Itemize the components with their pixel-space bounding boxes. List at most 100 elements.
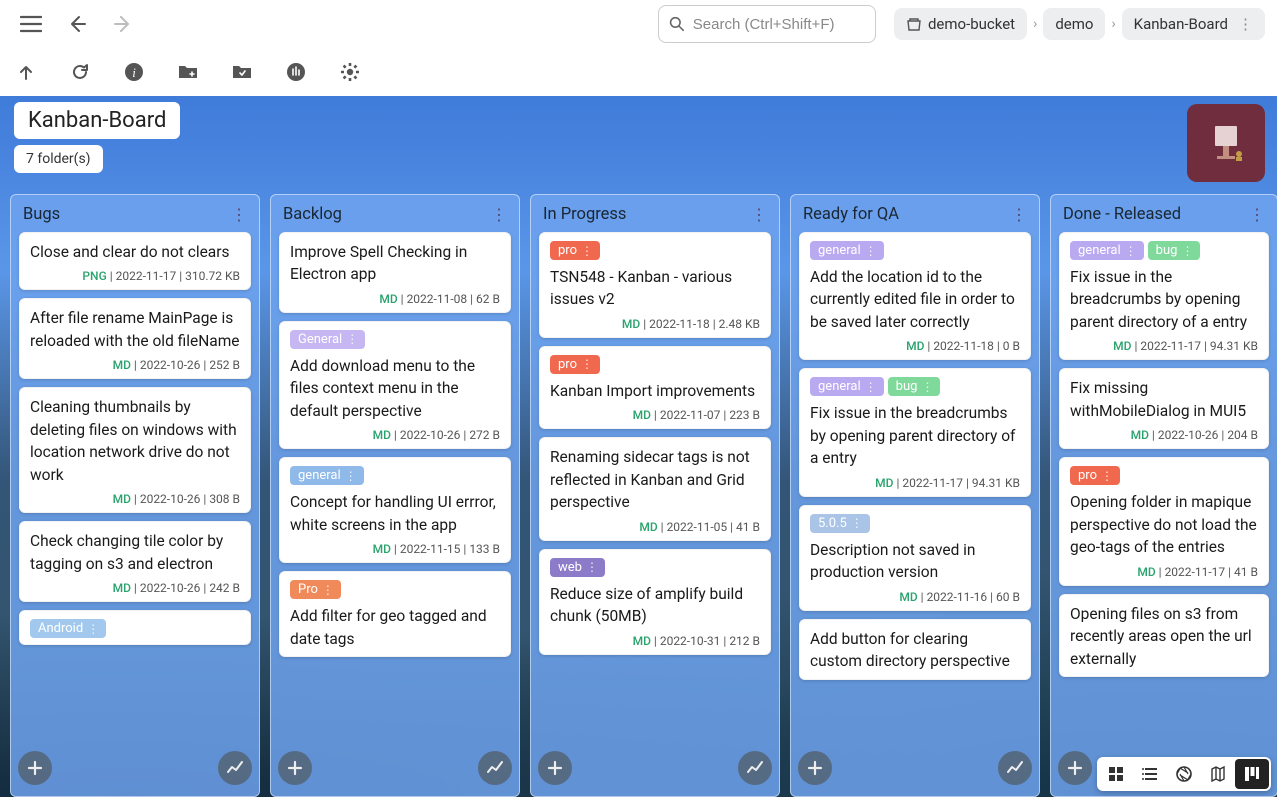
tag-menu-icon[interactable]: ⋮ [346,332,358,346]
add-card-button[interactable] [798,751,832,785]
kanban-card[interactable]: 5.0.5⋮Description not saved in productio… [799,505,1031,611]
kanban-card[interactable]: Fix missing withMobileDialog in MUI5MD |… [1059,368,1269,449]
tag[interactable]: 5.0.5 ⋮ [810,514,870,533]
tag-menu-icon[interactable]: ⋮ [865,244,877,258]
tag[interactable]: bug⋮ [888,377,941,396]
card-date: 2022-10-26 [400,428,461,442]
column-stats-button[interactable] [998,751,1032,785]
kanban-card[interactable]: pro⋮Opening folder in mapique perspectiv… [1059,457,1269,585]
info-icon[interactable]: i [120,58,148,86]
refresh-icon[interactable] [66,58,94,86]
column-menu-icon[interactable]: ⋮ [491,205,507,224]
tag-label: 5.0.5 [818,516,847,531]
breadcrumb-label: demo-bucket [928,15,1015,33]
column-menu-icon[interactable]: ⋮ [751,205,767,224]
column-stats-button[interactable] [218,751,252,785]
board-thumbnail[interactable] [1187,104,1265,182]
more-icon[interactable]: ⋮ [1238,15,1253,33]
import-icon[interactable] [228,58,256,86]
search-icon [669,15,685,33]
file-ext: MD [633,634,651,648]
card-size: 0 B [1003,339,1020,353]
tag-menu-icon[interactable]: ⋮ [345,469,357,483]
kanban-card[interactable]: Pro⋮Add filter for geo tagged and date t… [279,571,511,657]
tag[interactable]: Android⋮ [30,619,106,638]
file-ext: MD [633,408,651,422]
kanban-card[interactable]: Android⋮ [19,610,251,645]
breadcrumb-item[interactable]: demo-bucket [894,8,1027,40]
tag-menu-icon[interactable]: ⋮ [1181,244,1193,258]
kanban-card[interactable]: Renaming sidecar tags is not reflected i… [539,437,771,540]
card-meta: MD | 2022-11-15 | 133 B [290,542,500,556]
tag-menu-icon[interactable]: ⋮ [865,380,877,394]
kanban-card[interactable]: Close and clear do not clearsPNG | 2022-… [19,232,251,290]
kanban-card[interactable]: general⋮bug⋮Fix issue in the breadcrumbs… [799,368,1031,496]
tag[interactable]: general⋮ [1070,241,1144,260]
add-card-button[interactable] [18,751,52,785]
view-map-button[interactable] [1201,759,1235,789]
tag[interactable]: pro⋮ [550,241,600,260]
card-date: 2022-10-31 [660,634,721,648]
kanban-card[interactable]: general⋮Add the location id to the curre… [799,232,1031,360]
kanban-card[interactable]: Add button for clearing custom directory… [799,619,1031,680]
tag-menu-icon[interactable]: ⋮ [586,560,598,574]
kanban-card[interactable]: Improve Spell Checking in Electron appMD… [279,232,511,313]
nav-forward-icon[interactable] [104,5,142,43]
column-menu-icon[interactable]: ⋮ [1249,205,1265,224]
card-meta: MD | 2022-11-08 | 62 B [290,292,500,306]
breadcrumb-item[interactable]: Kanban-Board⋮ [1122,8,1265,40]
breadcrumb-item[interactable]: demo [1043,8,1105,40]
card-date: 2022-11-17 [116,269,177,283]
tag[interactable]: bug⋮ [1148,241,1201,260]
kanban-card[interactable]: After file rename MainPage is reloaded w… [19,298,251,379]
menu-icon[interactable] [12,5,50,43]
new-folder-icon[interactable] [174,58,202,86]
kanban-card[interactable]: Opening files on s3 from recently areas … [1059,594,1269,677]
kanban-card[interactable]: General⋮Add download menu to the files c… [279,321,511,449]
tag[interactable]: general⋮ [810,377,884,396]
card-date: 2022-11-18 [649,317,710,331]
column-stats-button[interactable] [478,751,512,785]
tag-menu-icon[interactable]: ⋮ [1101,469,1113,483]
upload-icon[interactable] [12,58,40,86]
search-input[interactable] [693,16,865,33]
tag[interactable]: web⋮ [550,558,605,577]
kanban-column: Done - Released⋮general⋮bug⋮Fix issue in… [1050,194,1277,797]
tag-menu-icon[interactable]: ⋮ [581,244,593,258]
add-card-button[interactable] [1058,751,1092,785]
view-aperture-button[interactable] [1167,759,1201,789]
settings-icon[interactable] [336,58,364,86]
tag[interactable]: general⋮ [810,241,884,260]
tag-menu-icon[interactable]: ⋮ [87,622,99,636]
card-title: Kanban Import improvements [550,380,760,402]
kanban-card[interactable]: Check changing tile color by tagging on … [19,521,251,602]
tag-menu-icon[interactable]: ⋮ [921,380,933,394]
tag[interactable]: general⋮ [290,466,364,485]
kanban-card[interactable]: Cleaning thumbnails by deleting files on… [19,387,251,513]
column-menu-icon[interactable]: ⋮ [1011,205,1027,224]
tag[interactable]: pro⋮ [550,355,600,374]
kanban-card[interactable]: web⋮Reduce size of amplify build chunk (… [539,549,771,655]
add-card-button[interactable] [278,751,312,785]
tag-menu-icon[interactable]: ⋮ [851,516,863,530]
view-list-button[interactable] [1133,759,1167,789]
tag-menu-icon[interactable]: ⋮ [1125,244,1137,258]
nav-back-icon[interactable] [58,5,96,43]
tag-menu-icon[interactable]: ⋮ [322,583,334,597]
view-kanban-button[interactable] [1235,759,1269,789]
kanban-card[interactable]: pro⋮Kanban Import improvementsMD | 2022-… [539,346,771,429]
column-stats-button[interactable] [738,751,772,785]
kanban-card[interactable]: general⋮Concept for handling UI errror, … [279,457,511,563]
tag-menu-icon[interactable]: ⋮ [581,357,593,371]
kanban-card[interactable]: general⋮bug⋮Fix issue in the breadcrumbs… [1059,232,1269,360]
add-card-button[interactable] [538,751,572,785]
sort-icon[interactable] [282,58,310,86]
view-grid-button[interactable] [1099,759,1133,789]
search-input-wrap[interactable] [658,5,876,43]
tag[interactable]: General⋮ [290,330,365,349]
card-title: After file rename MainPage is reloaded w… [30,307,240,352]
tag[interactable]: pro⋮ [1070,466,1120,485]
column-menu-icon[interactable]: ⋮ [231,205,247,224]
tag[interactable]: Pro⋮ [290,580,341,599]
kanban-card[interactable]: pro⋮TSN548 - Kanban - various issues v2M… [539,232,771,338]
